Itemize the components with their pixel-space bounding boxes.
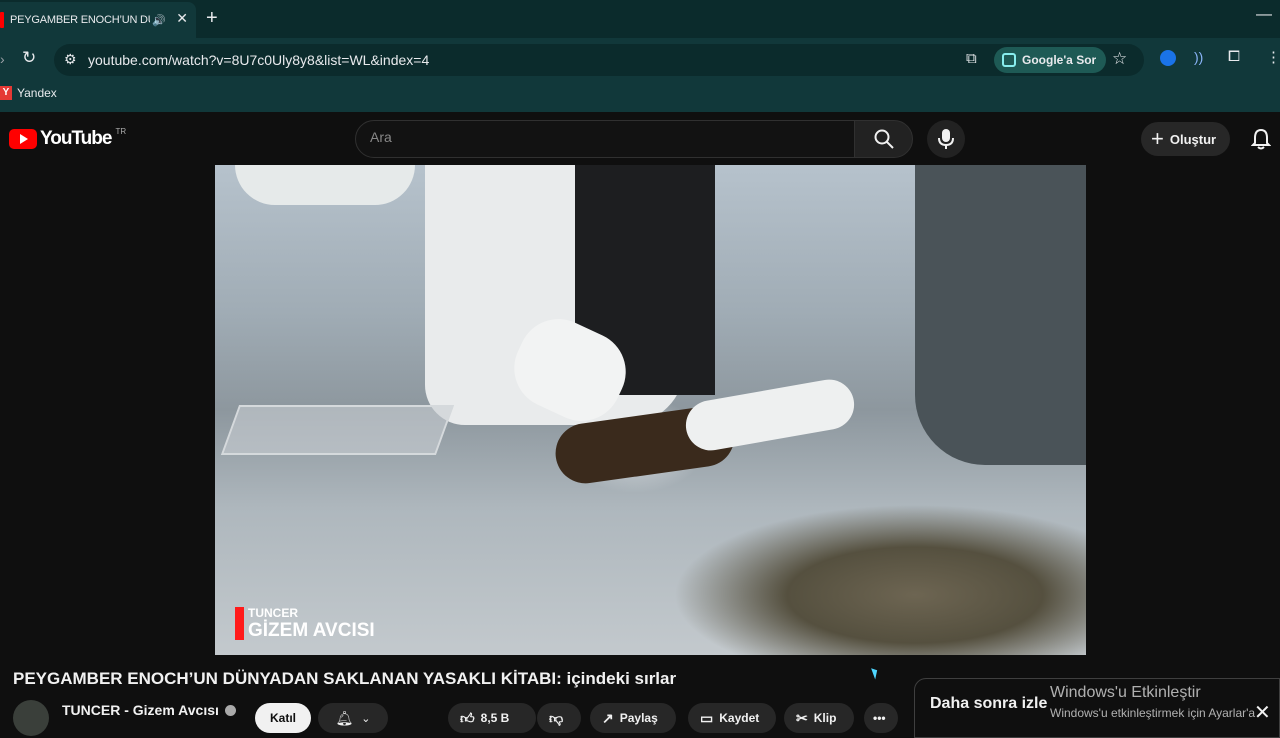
clip-button[interactable]: ✂ Klip [784,703,854,733]
close-panel-icon[interactable]: ✕ [1254,700,1271,725]
bookmark-icon: ▭ [700,709,714,726]
clip-label: Klip [813,711,837,725]
activation-title: Windows'u Etkinleştir [1050,684,1201,701]
audio-playing-icon[interactable]: 🔊 [152,14,166,27]
video-frame-arm [915,165,1086,465]
create-label: Oluştur [1169,131,1217,147]
more-actions-button[interactable]: ••• [864,703,898,733]
more-dots-icon: ••• [873,711,886,725]
mouse-cursor-icon [871,666,880,680]
voice-search-button[interactable] [927,120,965,158]
extensions-puzzle-icon[interactable]: ⧠ [1228,48,1240,65]
dislike-button[interactable]: 👎︎ [537,703,581,733]
address-bar[interactable]: ⚙ youtube.com/watch?v=8U7c0Uly8y8&list=W… [54,44,1144,76]
video-frame-lamp [235,165,415,205]
bookmark-star-icon[interactable]: ☆ [1112,49,1127,69]
install-app-icon[interactable]: ⧉ [966,50,977,67]
ask-google-button[interactable]: Google'a Sor [994,47,1107,73]
url-text[interactable]: youtube.com/watch?v=8U7c0Uly8y8&list=WL&… [88,52,429,68]
tab-title: PEYGAMBER ENOCH’UN DÜ [10,14,150,26]
share-button[interactable]: ↗ Paylaş [590,703,676,733]
browser-tab-active[interactable]: PEYGAMBER ENOCH’UN DÜ 🔊 ✕ [0,2,196,38]
bell-ringing-icon: 🔔︎ [335,709,354,726]
microphone-icon [938,129,954,149]
channel-avatar[interactable] [13,700,49,736]
ask-google-label: Google'a Sor [1022,53,1097,67]
google-lens-icon [1002,53,1016,67]
search-button[interactable] [854,120,913,158]
bookmarks-bar: Y Yandex [0,82,1280,112]
plus-icon: + [1151,126,1164,151]
browser-tab-bar: PEYGAMBER ENOCH’UN DÜ 🔊 ✕ + — [0,0,1280,38]
youtube-wordmark: YouTube [40,128,112,149]
search-input[interactable] [370,129,830,145]
channel-name-link[interactable]: TUNCER - Gizem Avcısı [62,702,236,718]
chevron-down-icon: ⌄ [361,712,371,725]
channel-name: TUNCER - Gizem Avcısı [62,702,219,718]
share-label: Paylaş [619,711,658,725]
site-info-icon[interactable]: ⚙ [64,51,77,68]
youtube-play-icon [9,129,37,149]
youtube-favicon-icon [0,12,4,28]
browser-toolbar: › ↻ ⚙ youtube.com/watch?v=8U7c0Uly8y8&li… [0,38,1280,82]
close-tab-icon[interactable]: ✕ [176,10,188,27]
save-label: Kaydet [719,711,760,725]
search-icon [874,129,894,149]
like-count: 8,5 B [480,711,510,725]
yandex-favicon-icon: Y [0,86,12,100]
search-box[interactable] [355,120,855,158]
bookmark-label: Yandex [17,86,57,100]
notifications-bell-icon[interactable] [1251,128,1271,150]
create-button[interactable]: + Oluştur [1141,122,1231,156]
playlist-title: Daha sonra izle [930,695,1048,712]
youtube-masthead: YouTube TR + Oluştur [0,112,1280,164]
video-frame-tray [220,405,455,455]
region-code: TR [115,126,127,136]
thumbs-up-icon: 👍︎ [460,709,475,726]
save-button[interactable]: ▭ Kaydet [688,703,776,733]
browser-menu-icon[interactable]: ⋮ [1266,48,1280,66]
youtube-logo[interactable]: YouTube TR [9,126,127,150]
share-arrow-icon: ↗ [602,709,614,726]
watermark-line-1: TUNCER [248,606,298,620]
video-title: PEYGAMBER ENOCH’UN DÜNYADAN SAKLANAN YAS… [13,669,677,688]
watermark-line-2: GİZEM AVCISI [248,620,375,641]
thumbs-down-icon: 👎︎ [549,709,564,726]
reload-button[interactable]: ↻ [22,48,36,68]
join-button[interactable]: Katıl [255,703,311,733]
video-player[interactable]: TUNCER GİZEM AVCISI [215,165,1086,655]
new-tab-button[interactable]: + [206,7,218,30]
bookmark-yandex[interactable]: Y Yandex [0,86,57,100]
scissors-icon: ✂ [796,709,808,726]
channel-watermark: TUNCER GİZEM AVCISI [235,607,375,640]
forward-arrow-icon[interactable]: › [0,51,5,67]
like-button[interactable]: 👍︎ 8,5 B [448,703,536,733]
shazam-extension-icon[interactable] [1160,50,1176,66]
watermark-red-bar [235,607,244,640]
window-minimize-button[interactable]: — [1256,6,1272,24]
read-aloud-extension-icon[interactable]: )) [1194,49,1203,65]
subscribed-notifications-button[interactable]: 🔔︎ ⌄ [318,703,388,733]
activation-body: Windows'u etkinleştirmek için Ayarlar'a [1050,706,1256,720]
windows-activation-watermark: Windows'u Etkinleştir Windows'u etkinleş… [1050,684,1255,720]
verified-badge-icon [224,704,236,716]
